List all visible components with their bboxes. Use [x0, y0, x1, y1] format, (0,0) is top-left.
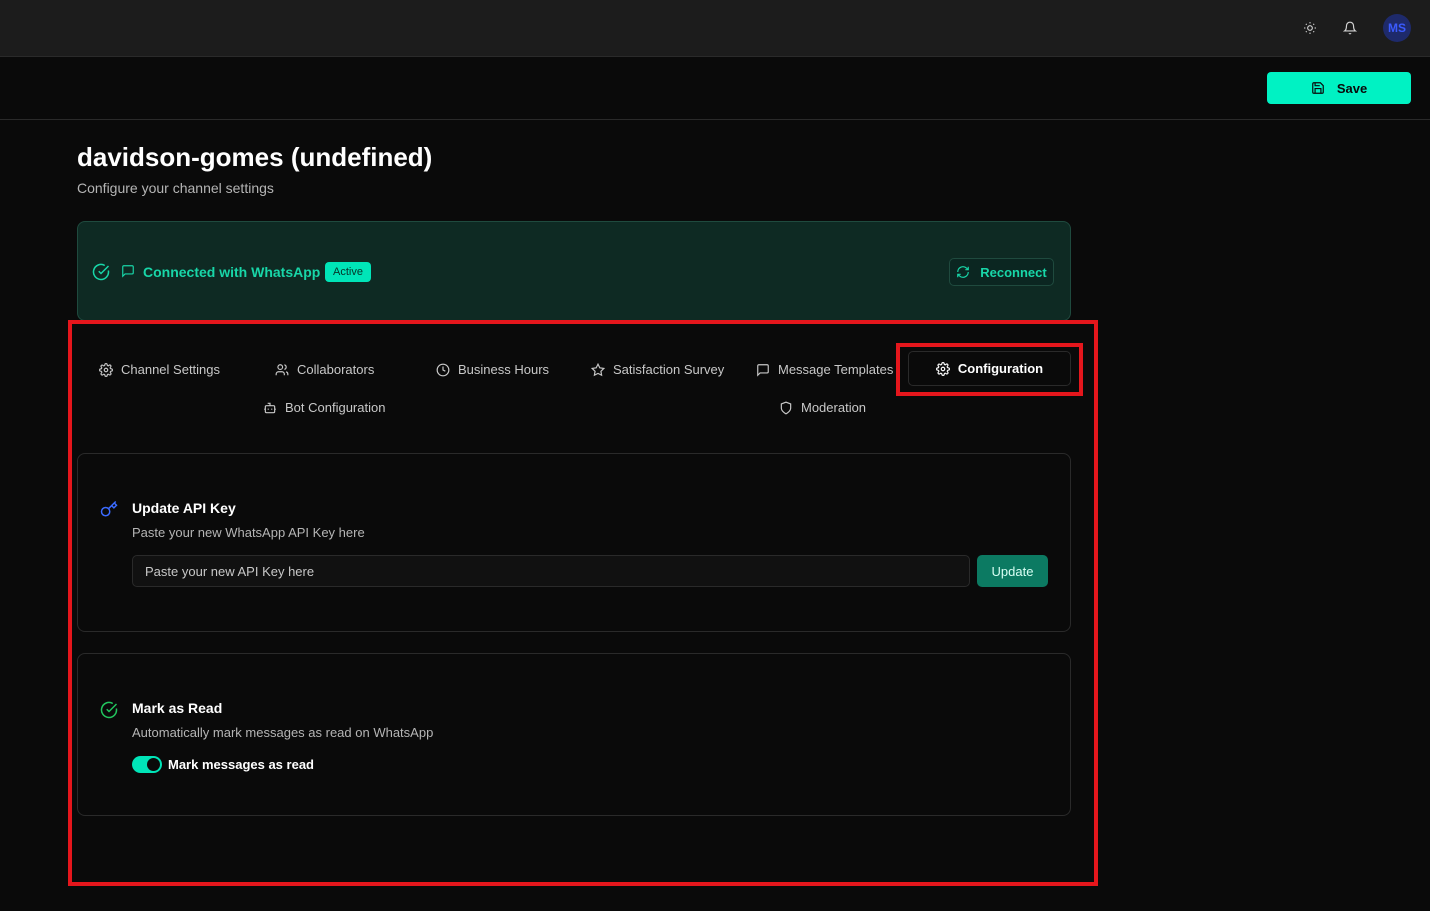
connection-status: Connected with WhatsApp: [143, 264, 321, 280]
bell-icon[interactable]: [1339, 17, 1361, 39]
highlight-box: [68, 320, 1098, 886]
save-button-label: Save: [1336, 80, 1368, 96]
page-title: davidson-gomes (undefined): [77, 142, 433, 172]
page-subtitle: Configure your channel settings: [77, 180, 274, 196]
save-icon: [1311, 82, 1324, 94]
save-button[interactable]: Save: [1267, 72, 1411, 104]
reconnect-label: Reconnect: [980, 264, 1047, 280]
top-bar: MS: [0, 0, 1430, 57]
sun-icon[interactable]: [1299, 17, 1321, 39]
refresh-icon: [957, 266, 970, 278]
page-header-bar: [0, 57, 1430, 120]
check-circle-icon: [92, 263, 110, 281]
avatar[interactable]: MS: [1383, 14, 1411, 42]
highlight-box-configuration-tab: [896, 343, 1083, 396]
status-badge: Active: [325, 262, 371, 282]
message-icon: [121, 264, 135, 278]
reconnect-button[interactable]: Reconnect: [949, 258, 1054, 286]
